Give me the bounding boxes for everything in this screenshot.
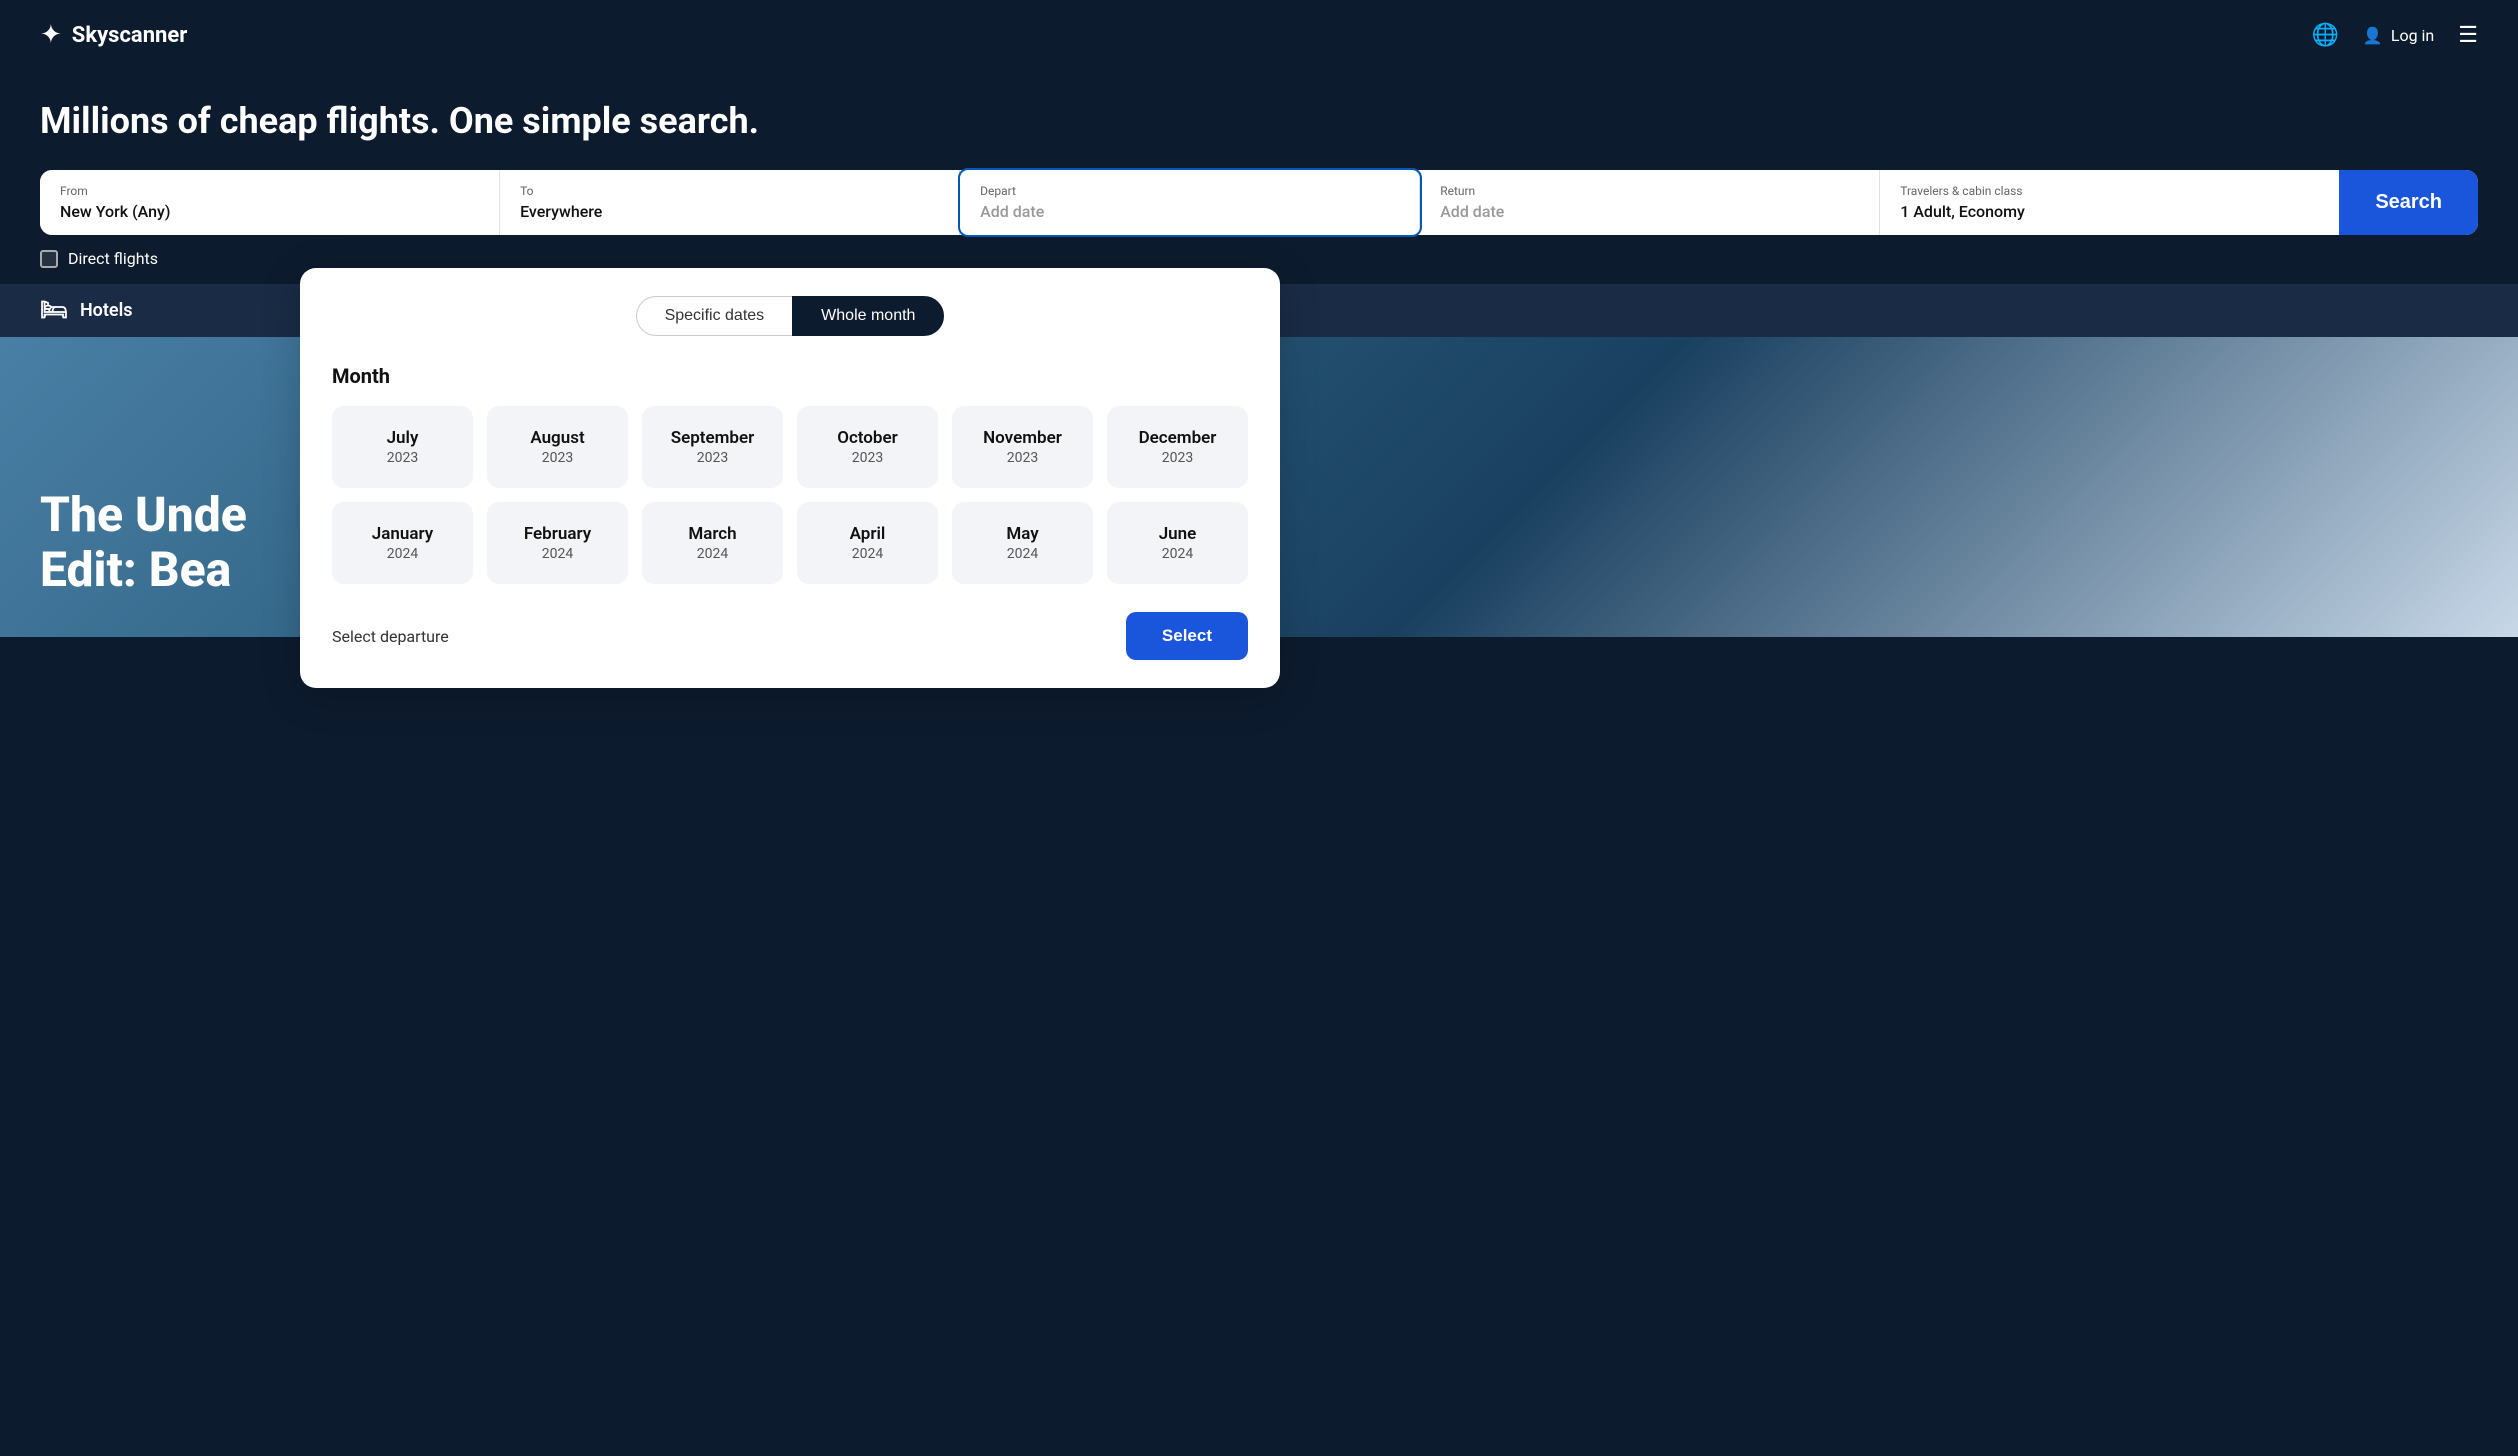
direct-flights-checkbox[interactable] (40, 250, 58, 268)
to-field[interactable]: To Everywhere (500, 170, 960, 235)
user-icon: 👤 (2363, 26, 2383, 45)
month-card-may-2024[interactable]: May2024 (952, 502, 1093, 584)
month-card-october-2023[interactable]: October2023 (797, 406, 938, 488)
travelers-label: Travelers & cabin class (1900, 184, 2319, 198)
depart-label: Depart (980, 184, 1399, 198)
search-bar: From New York (Any) To Everywhere Depart… (40, 170, 2478, 235)
skyscanner-logo-icon: ✦ (40, 20, 62, 50)
month-section-label: Month (332, 364, 1248, 388)
whole-month-button[interactable]: Whole month (792, 296, 944, 336)
depart-field[interactable]: Depart Add date (960, 170, 1420, 235)
from-value: New York (Any) (60, 202, 479, 221)
header: ✦ Skyscanner 🌐 👤 Log in ☰ (0, 0, 2518, 70)
from-label: From (60, 184, 479, 198)
travelers-field[interactable]: Travelers & cabin class 1 Adult, Economy (1880, 170, 2339, 235)
hero-line2: Edit: Bea (40, 541, 231, 598)
main-dark-section: Millions of cheap flights. One simple se… (0, 70, 2518, 284)
month-card-january-2024[interactable]: January2024 (332, 502, 473, 584)
logo-area[interactable]: ✦ Skyscanner (40, 20, 187, 50)
dropdown-footer: Select departure Select (332, 604, 1248, 660)
hero-text: The Unde Edit: Bea (40, 487, 247, 597)
months-grid-row1: July2023August2023September2023October20… (332, 406, 1248, 488)
hamburger-icon[interactable]: ☰ (2458, 23, 2478, 48)
bed-icon: 🛏 (40, 298, 68, 323)
hotels-label: Hotels (80, 300, 133, 321)
month-card-june-2024[interactable]: June2024 (1107, 502, 1248, 584)
month-card-april-2024[interactable]: April2024 (797, 502, 938, 584)
return-field[interactable]: Return Add date (1420, 170, 1880, 235)
direct-flights-label: Direct flights (68, 249, 158, 268)
month-card-november-2023[interactable]: November2023 (952, 406, 1093, 488)
month-card-july-2023[interactable]: July2023 (332, 406, 473, 488)
login-button[interactable]: 👤 Log in (2363, 26, 2434, 45)
month-card-december-2023[interactable]: December2023 (1107, 406, 1248, 488)
header-right: 🌐 👤 Log in ☰ (2312, 23, 2478, 48)
months-grid-row2: January2024February2024March2024April202… (332, 502, 1248, 584)
globe-icon[interactable]: 🌐 (2312, 23, 2339, 48)
logo-text: Skyscanner (72, 23, 188, 48)
from-field[interactable]: From New York (Any) (40, 170, 500, 235)
hero-line1: The Unde (40, 486, 247, 543)
specific-dates-button[interactable]: Specific dates (636, 296, 793, 336)
return-label: Return (1440, 184, 1859, 198)
date-mode-toggle: Specific dates Whole month (332, 296, 1248, 336)
return-value: Add date (1440, 202, 1859, 221)
depart-value: Add date (980, 202, 1399, 221)
to-value: Everywhere (520, 202, 939, 221)
month-card-september-2023[interactable]: September2023 (642, 406, 783, 488)
date-picker-dropdown: Specific dates Whole month Month July202… (300, 268, 1280, 688)
search-button[interactable]: Search (2339, 170, 2478, 235)
month-card-march-2024[interactable]: March2024 (642, 502, 783, 584)
to-label: To (520, 184, 939, 198)
month-card-february-2024[interactable]: February2024 (487, 502, 628, 584)
select-button[interactable]: Select (1126, 612, 1248, 660)
headline: Millions of cheap flights. One simple se… (40, 100, 2478, 142)
travelers-value: 1 Adult, Economy (1900, 202, 2319, 221)
select-departure-label: Select departure (332, 627, 449, 646)
month-card-august-2023[interactable]: August2023 (487, 406, 628, 488)
